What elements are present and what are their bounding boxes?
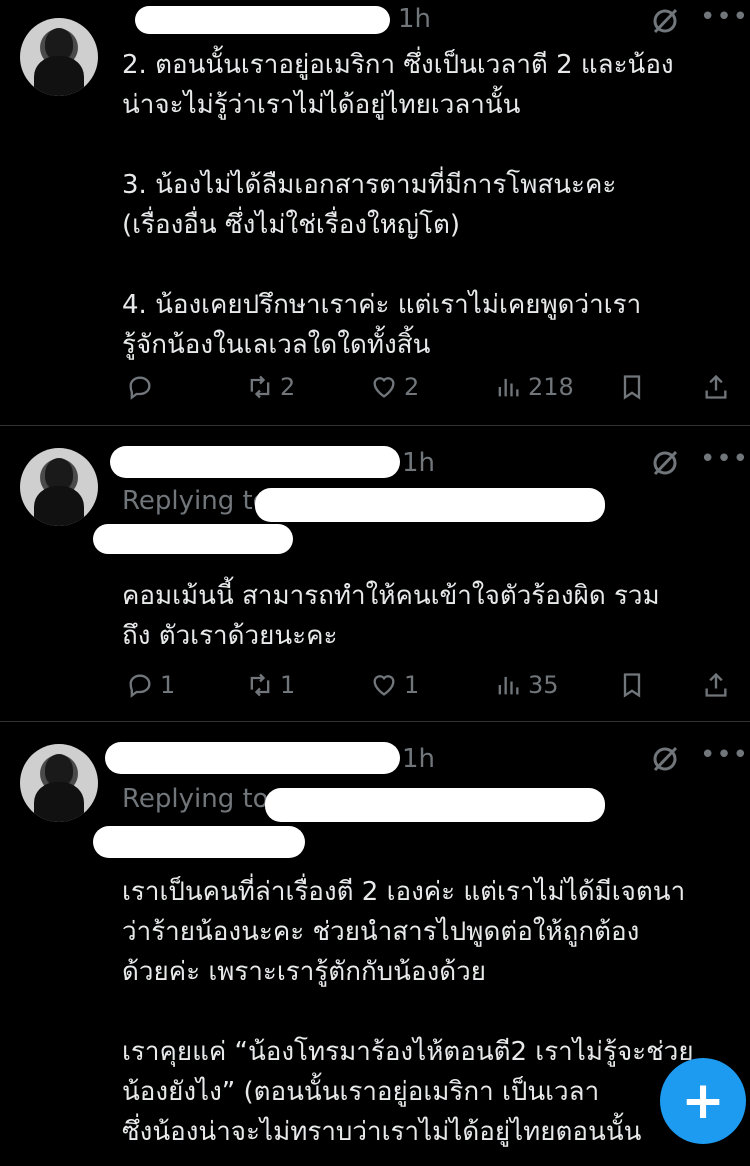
repost-icon: [250, 673, 270, 697]
grok-icon[interactable]: [650, 448, 680, 478]
bookmark-button[interactable]: [618, 373, 646, 401]
like-button[interactable]: 2: [370, 373, 419, 401]
tweet-text: เราเป็นคนที่ล่าเรื่องตี 2 เองค่ะ แต่เราไ…: [122, 877, 694, 1147]
like-count: 1: [404, 671, 420, 699]
repost-button[interactable]: 2: [246, 373, 295, 401]
timestamp[interactable]: 1h: [402, 744, 435, 774]
avatar[interactable]: [20, 744, 98, 822]
bookmark-icon: [623, 673, 641, 698]
tweet-actions: 1 1 1 35: [122, 671, 730, 705]
tweet-text: 2. ตอนนั้นเราอยู่อเมริกา ซึ่งเป็นเวลาตี …: [122, 50, 674, 360]
redacted-username: [110, 446, 400, 478]
heart-icon: [373, 377, 395, 398]
share-button[interactable]: [702, 373, 730, 401]
tweet-text: คอมเม้นนี้ สามารถทำให้คนเข้าใจตัวร้องผิด…: [122, 581, 660, 651]
reply-icon: [129, 376, 151, 400]
grok-icon[interactable]: [650, 6, 680, 36]
repost-count: 2: [280, 373, 296, 401]
tweet-2[interactable]: 1h ••• Replying to คอมเม้นนี้ สามารถทำให…: [0, 426, 750, 721]
views-count: 218: [528, 373, 574, 401]
reply-icon: [129, 674, 151, 698]
redacted-replying-to: [265, 788, 605, 822]
views-button[interactable]: 218: [494, 373, 574, 401]
reply-button[interactable]: 1: [126, 671, 175, 699]
repost-button[interactable]: 1: [246, 671, 295, 699]
reply-button[interactable]: [126, 373, 160, 401]
share-button[interactable]: [702, 671, 730, 699]
views-icon: [498, 676, 519, 695]
redacted-username: [105, 742, 400, 774]
more-options-icon[interactable]: •••: [700, 740, 749, 770]
tweet-actions: 2 2 218: [122, 373, 730, 407]
timestamp[interactable]: 1h: [398, 4, 431, 34]
like-count: 2: [404, 373, 420, 401]
avatar[interactable]: [20, 18, 98, 96]
repost-icon: [250, 375, 270, 399]
tweet-1[interactable]: 1h ••• 2. ตอนนั้นเราอยู่อเมริกา ซึ่งเป็น…: [0, 0, 750, 425]
views-button[interactable]: 35: [494, 671, 559, 699]
repost-count: 1: [280, 671, 296, 699]
timestamp[interactable]: 1h: [402, 448, 435, 478]
avatar[interactable]: [20, 448, 98, 526]
redacted-replying-to: [93, 524, 293, 554]
redacted-username: [135, 6, 390, 34]
more-options-icon[interactable]: •••: [700, 444, 749, 474]
views-icon: [498, 378, 519, 397]
share-icon: [705, 374, 727, 399]
more-options-icon[interactable]: •••: [700, 2, 749, 32]
tweet-3[interactable]: 1h ••• Replying to เราเป็นคนที่ล่าเรื่อง…: [0, 722, 750, 1166]
replying-to-label: Replying to: [122, 784, 269, 814]
compose-button[interactable]: +: [660, 1058, 746, 1144]
share-icon: [705, 672, 727, 697]
like-button[interactable]: 1: [370, 671, 419, 699]
grok-icon[interactable]: [650, 744, 680, 774]
heart-icon: [373, 675, 395, 696]
redacted-replying-to: [255, 488, 605, 522]
bookmark-icon: [623, 375, 641, 400]
reply-count: 1: [160, 671, 176, 699]
replying-to-label: Replying to: [122, 486, 269, 516]
views-count: 35: [528, 671, 559, 699]
redacted-replying-to: [93, 826, 305, 858]
bookmark-button[interactable]: [618, 671, 646, 699]
